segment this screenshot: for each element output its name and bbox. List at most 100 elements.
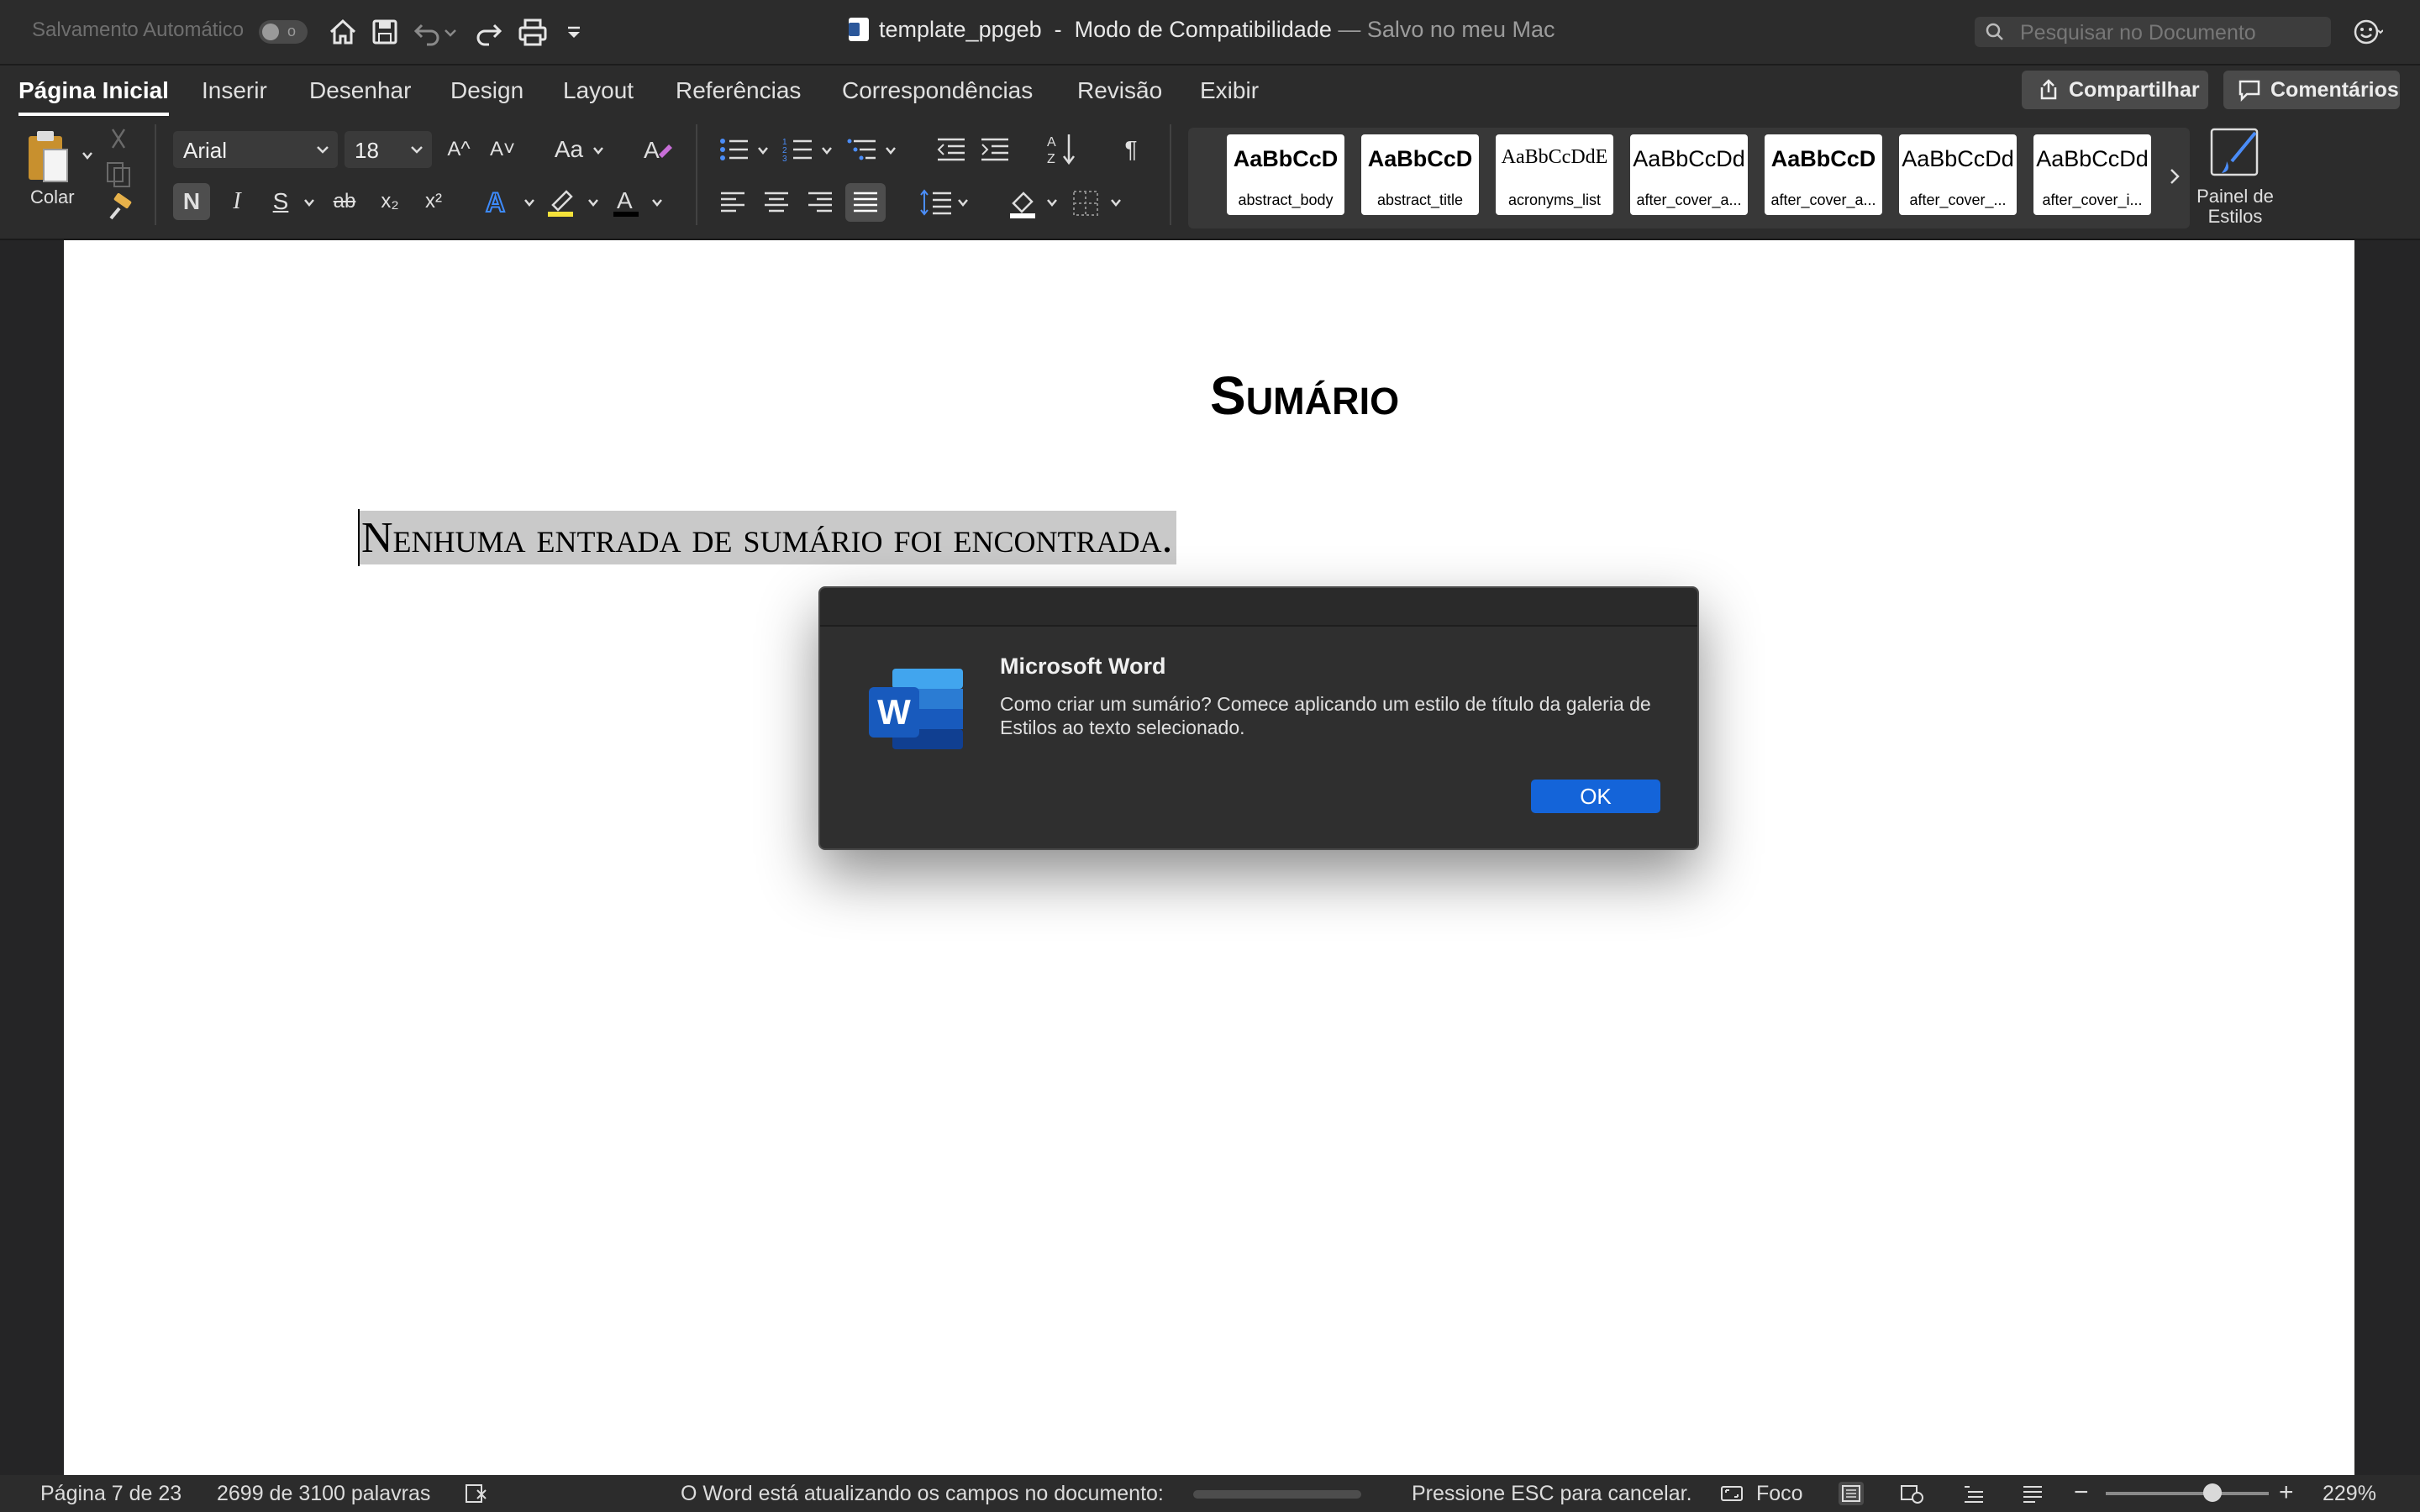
chevron-down-icon[interactable]: [650, 197, 664, 208]
line-spacing-icon[interactable]: [919, 188, 953, 217]
svg-text:A: A: [644, 137, 660, 163]
share-button[interactable]: Compartilhar: [2022, 71, 2208, 109]
tab-referencias[interactable]: Referências: [676, 77, 801, 104]
numbering-icon[interactable]: 123: [781, 134, 815, 165]
bullets-icon[interactable]: [718, 134, 751, 165]
ribbon-separator: [696, 124, 697, 225]
outline-view-icon[interactable]: [1961, 1482, 1986, 1505]
feedback-smiley-icon[interactable]: [2353, 17, 2383, 47]
chevron-down-icon[interactable]: [523, 197, 536, 208]
alert-dialog: W Microsoft Word Como criar um sumário? …: [818, 586, 1699, 850]
draft-view-icon[interactable]: [2020, 1482, 2045, 1505]
align-left-icon[interactable]: [719, 190, 746, 215]
paste-dropdown-icon[interactable]: [81, 150, 94, 161]
home-icon[interactable]: [326, 15, 360, 49]
print-icon[interactable]: [516, 15, 550, 49]
italic-button[interactable]: I: [218, 183, 255, 220]
text-effects-icon[interactable]: A: [481, 185, 514, 218]
comments-button[interactable]: Comentários: [2223, 71, 2400, 109]
undo-dropdown-icon[interactable]: [442, 15, 459, 49]
chevron-down-icon[interactable]: [956, 197, 970, 208]
zoom-level[interactable]: 229%: [2323, 1482, 2376, 1506]
style-after-cover-a-bold[interactable]: AaBbCcD after_cover_a...: [1765, 134, 1882, 215]
style-acronyms-list[interactable]: AaBbCcDdE acronyms_list: [1496, 134, 1613, 215]
strikethrough-button[interactable]: ab: [326, 183, 363, 220]
chevron-down-icon[interactable]: [884, 144, 897, 156]
tab-inserir[interactable]: Inserir: [202, 77, 267, 104]
chevron-down-icon[interactable]: [587, 197, 600, 208]
ok-button[interactable]: OK: [1531, 780, 1660, 813]
tab-exibir[interactable]: Exibir: [1200, 77, 1259, 104]
borders-icon[interactable]: [1071, 188, 1101, 218]
style-after-cover-i[interactable]: AaBbCcDd after_cover_i...: [2033, 134, 2151, 215]
autosave-toggle[interactable]: o: [259, 20, 308, 44]
align-right-icon[interactable]: [807, 190, 834, 215]
change-case-button[interactable]: Aa: [548, 131, 590, 168]
web-layout-icon[interactable]: [1899, 1482, 1924, 1505]
tab-revisao[interactable]: Revisão: [1077, 77, 1162, 104]
zoom-out-button[interactable]: −: [2074, 1478, 2089, 1507]
increase-indent-icon[interactable]: [978, 134, 1012, 165]
clear-formatting-icon[interactable]: A: [640, 133, 674, 166]
style-abstract-body[interactable]: AaBbCcD abstract_body: [1227, 134, 1344, 215]
search-icon: [1986, 23, 2003, 40]
save-icon[interactable]: [368, 15, 402, 49]
style-name: abstract_body: [1238, 192, 1334, 208]
toc-placeholder-text[interactable]: Nenhuma entrada de sumário foi encontrad…: [358, 511, 1176, 564]
shrink-font-button[interactable]: A˅: [484, 131, 521, 168]
cut-icon[interactable]: [106, 126, 131, 153]
font-size-combo[interactable]: 18: [345, 131, 432, 168]
zoom-in-button[interactable]: +: [2279, 1478, 2294, 1507]
document-page[interactable]: Sumário Nenhuma entrada de sumário foi e…: [64, 240, 2354, 1475]
highlight-color-icon[interactable]: [544, 185, 578, 218]
page-count[interactable]: Página 7 de 23: [40, 1482, 182, 1506]
style-after-cover-a[interactable]: AaBbCcDd after_cover_a...: [1630, 134, 1748, 215]
paste-icon[interactable]: [24, 128, 74, 188]
tab-design[interactable]: Design: [450, 77, 523, 104]
font-name-value: Arial: [183, 138, 228, 163]
tab-desenhar[interactable]: Desenhar: [309, 77, 411, 104]
superscript-button[interactable]: x²: [415, 183, 452, 220]
sort-icon[interactable]: AZ: [1045, 131, 1079, 168]
underline-button[interactable]: S: [262, 183, 299, 220]
proofing-icon[interactable]: [464, 1482, 489, 1505]
styles-pane-icon[interactable]: [2207, 124, 2262, 180]
document-search[interactable]: Pesquisar no Documento: [1975, 17, 2331, 47]
undo-icon[interactable]: [410, 15, 444, 49]
word-logo-icon: W: [869, 669, 963, 749]
style-name: after_cover_i...: [2042, 192, 2143, 208]
tab-pagina-inicial[interactable]: Página Inicial: [18, 77, 169, 116]
focus-mode-icon[interactable]: [1719, 1482, 1744, 1505]
tab-layout[interactable]: Layout: [563, 77, 634, 104]
zoom-slider-thumb[interactable]: [2203, 1483, 2222, 1502]
chevron-down-icon[interactable]: [1109, 197, 1123, 208]
justify-button[interactable]: [845, 183, 886, 222]
copy-icon[interactable]: [104, 160, 134, 188]
print-layout-icon[interactable]: [1839, 1482, 1864, 1505]
bold-button[interactable]: N: [173, 183, 210, 220]
chevron-right-icon[interactable]: [2166, 166, 2183, 186]
zoom-slider[interactable]: [2106, 1483, 2269, 1502]
grow-font-button[interactable]: A^: [440, 131, 477, 168]
customize-toolbar-icon[interactable]: [560, 15, 588, 49]
chevron-down-icon[interactable]: [592, 144, 605, 156]
tab-correspondencias[interactable]: Correspondências: [842, 77, 1033, 104]
chevron-down-icon[interactable]: [302, 197, 316, 208]
chevron-down-icon[interactable]: [756, 144, 770, 156]
decrease-indent-icon[interactable]: [934, 134, 968, 165]
align-center-icon[interactable]: [763, 190, 790, 215]
chevron-down-icon[interactable]: [1045, 197, 1059, 208]
style-after-cover[interactable]: AaBbCcDd after_cover_...: [1899, 134, 2017, 215]
shading-icon[interactable]: [1007, 186, 1040, 220]
style-abstract-title[interactable]: AaBbCcD abstract_title: [1361, 134, 1479, 215]
font-name-combo[interactable]: Arial: [173, 131, 338, 168]
focus-label[interactable]: Foco: [1756, 1482, 1803, 1506]
redo-icon[interactable]: [472, 15, 506, 49]
multilevel-list-icon[interactable]: [845, 134, 879, 165]
word-count[interactable]: 2699 de 3100 palavras: [217, 1482, 430, 1506]
show-formatting-marks-button[interactable]: ¶: [1113, 131, 1150, 168]
chevron-down-icon[interactable]: [820, 144, 834, 156]
format-painter-icon[interactable]: [104, 193, 134, 223]
font-color-icon[interactable]: A: [610, 185, 644, 218]
subscript-button[interactable]: x₂: [371, 183, 408, 220]
